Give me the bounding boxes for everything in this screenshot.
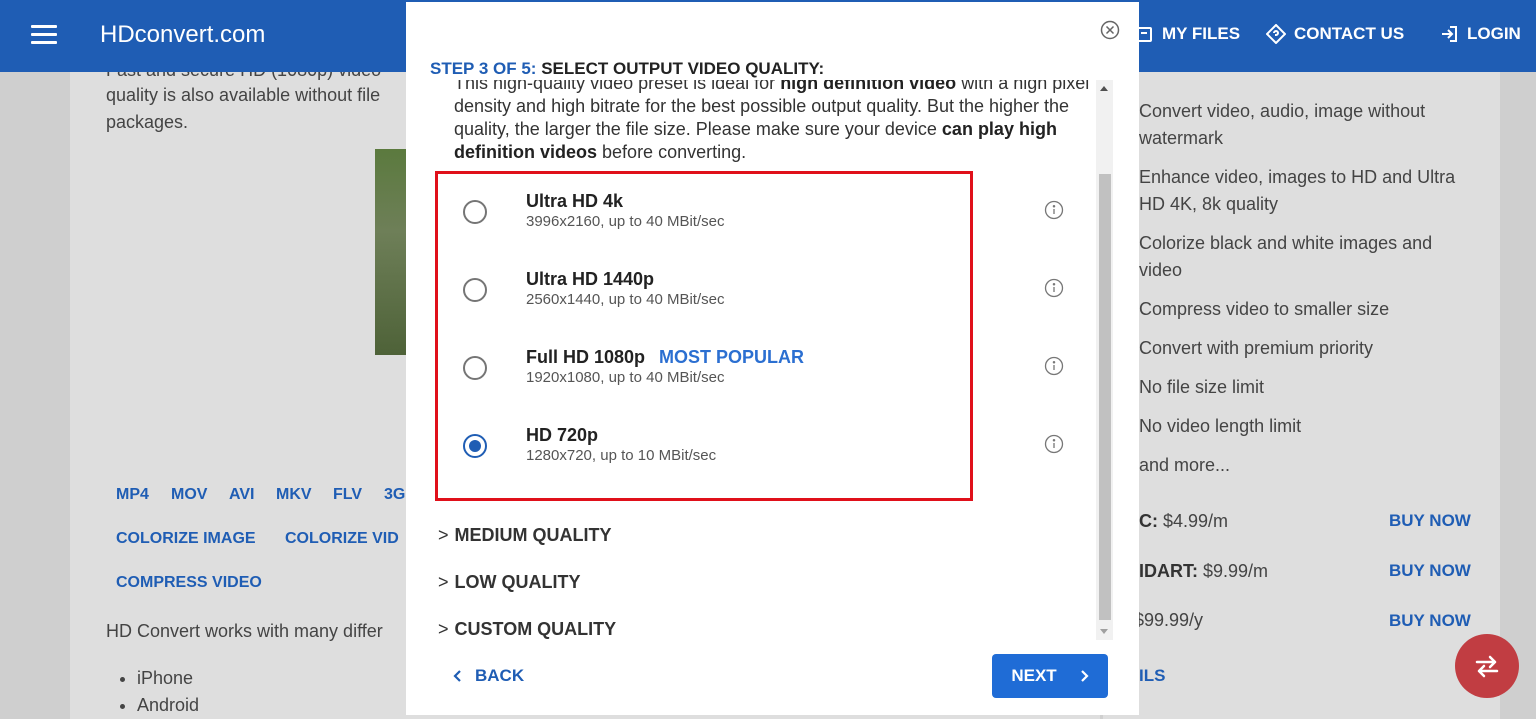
step-title-text: SELECT OUTPUT VIDEO QUALITY:	[541, 59, 825, 78]
chevron-right-icon: >	[438, 619, 449, 639]
chevron-right-icon	[1080, 670, 1089, 682]
feature-item: Convert video, audio, image without wate…	[1139, 101, 1426, 148]
plan-price: C: $4.99/m	[1139, 511, 1229, 531]
preview-image	[375, 149, 407, 355]
chevron-right-icon: >	[438, 572, 449, 592]
feature-item: Colorize black and white images and vide…	[1139, 233, 1433, 280]
quality-option-full-hd-1080p[interactable]: Full HD 1080p MOST POPULAR 1920x1080, up …	[455, 347, 1075, 407]
feature-item: No video length limit	[1139, 416, 1302, 436]
quality-option-ultra-hd-1440p[interactable]: Ultra HD 1440p 2560x1440, up to 40 MBit/…	[455, 269, 1075, 329]
intro-text-line: quality is also available without file	[106, 85, 381, 105]
option-spec: 2560x1440, up to 40 MBit/sec	[526, 291, 725, 308]
compress-video-link[interactable]: COMPRESS VIDEO	[116, 574, 262, 592]
nav-contact-us-label: CONTACT US	[1294, 24, 1405, 43]
swap-button[interactable]	[1455, 634, 1519, 698]
devices-text: HD Convert works with many differ	[106, 621, 383, 641]
scroll-down-arrow[interactable]	[1100, 629, 1108, 634]
info-icon[interactable]	[1044, 278, 1064, 298]
option-spec: 1280x720, up to 10 MBit/sec	[526, 447, 717, 464]
scrollbar-thumb[interactable]	[1099, 174, 1111, 620]
feature-item: and more...	[1139, 455, 1231, 475]
quality-option-hd-720p[interactable]: HD 720p 1280x720, up to 10 MBit/sec	[455, 425, 1075, 485]
buy-now-button[interactable]: BUY NOW	[1389, 511, 1471, 531]
format-link-flv[interactable]: FLV	[333, 486, 362, 504]
chevron-left-icon	[453, 670, 461, 682]
list-item: Android	[137, 692, 199, 719]
radio-button[interactable]	[463, 356, 487, 380]
colorize-video-link[interactable]: COLORIZE VID	[285, 530, 399, 548]
quality-description: This high-quality video preset is ideal …	[454, 80, 1090, 162]
nav-login-label: LOGIN	[1467, 24, 1521, 43]
format-link-avi[interactable]: AVI	[229, 486, 254, 504]
feature-item: Convert with premium priority	[1139, 338, 1374, 358]
section-medium-quality[interactable]: > MEDIUM QUALITY	[438, 525, 612, 546]
radio-button[interactable]	[463, 278, 487, 302]
next-button[interactable]: NEXT	[992, 654, 1108, 698]
back-button-label: BACK	[475, 666, 525, 685]
quality-option-ultra-hd-4k[interactable]: Ultra HD 4k 3996x2160, up to 40 MBit/sec	[455, 191, 1075, 251]
feature-item: Compress video to smaller size	[1139, 299, 1390, 319]
option-label: Ultra HD 4k	[526, 191, 624, 211]
devices-list: iPhone Android	[137, 665, 199, 719]
info-icon[interactable]	[1044, 434, 1064, 454]
buy-now-button[interactable]: BUY NOW	[1389, 561, 1471, 581]
section-low-quality[interactable]: > LOW QUALITY	[438, 572, 581, 593]
details-link[interactable]: ILS	[1139, 666, 1165, 686]
option-label-text: Full HD 1080p	[526, 347, 646, 367]
site-logo[interactable]: HDconvert.com	[100, 21, 265, 49]
option-label: Full HD 1080p MOST POPULAR	[526, 347, 804, 368]
option-label: Ultra HD 1440p	[526, 269, 655, 289]
intro-cut-text: Fast and secure HD (1080p) video	[106, 72, 406, 82]
login-icon	[1442, 26, 1457, 42]
plan-price: IDART: $9.99/m	[1139, 561, 1269, 581]
radio-button-selected[interactable]	[463, 434, 487, 458]
most-popular-badge: MOST POPULAR	[659, 347, 805, 367]
back-button[interactable]: BACK	[453, 666, 524, 686]
contact-icon	[1266, 24, 1286, 44]
buy-now-button[interactable]: BUY NOW	[1389, 611, 1471, 631]
nav-my-files-label: MY FILES	[1162, 24, 1241, 43]
format-link-mkv[interactable]: MKV	[276, 486, 312, 504]
info-icon[interactable]	[1044, 200, 1064, 220]
colorize-image-link[interactable]: COLORIZE IMAGE	[116, 530, 256, 548]
dialog-title: STEP 3 OF 5: SELECT OUTPUT VIDEO QUALITY…	[430, 59, 824, 79]
close-icon[interactable]	[1099, 19, 1121, 41]
format-link-mp4[interactable]: MP4	[116, 486, 149, 504]
nav-contact-us[interactable]: CONTACT US	[1266, 24, 1404, 44]
intro-text-line: packages.	[106, 112, 189, 132]
nav-login[interactable]: LOGIN	[1439, 24, 1521, 44]
dialog-scrollbar[interactable]	[1096, 80, 1113, 640]
info-icon[interactable]	[1044, 356, 1064, 376]
menu-icon[interactable]	[31, 25, 57, 45]
step-number: STEP 3 OF 5:	[430, 59, 537, 78]
option-spec: 1920x1080, up to 40 MBit/sec	[526, 369, 725, 386]
section-custom-quality[interactable]: > CUSTOM QUALITY	[438, 619, 616, 640]
nav-my-files[interactable]: MY FILES	[1134, 24, 1240, 44]
next-button-label: NEXT	[1011, 666, 1057, 685]
feature-item: No file size limit	[1139, 377, 1265, 397]
option-label: HD 720p	[526, 425, 599, 445]
option-spec: 3996x2160, up to 40 MBit/sec	[526, 213, 725, 230]
plan-price: $99.99/y	[1134, 610, 1204, 630]
chevron-right-icon: >	[438, 525, 449, 545]
scroll-up-arrow[interactable]	[1100, 86, 1108, 91]
format-link-mov[interactable]: MOV	[171, 486, 207, 504]
feature-item: Enhance video, images to HD and Ultra HD…	[1139, 167, 1456, 214]
list-item: iPhone	[137, 665, 199, 692]
swap-icon	[1475, 655, 1499, 678]
radio-button[interactable]	[463, 200, 487, 224]
format-link-3g[interactable]: 3G	[384, 486, 405, 504]
